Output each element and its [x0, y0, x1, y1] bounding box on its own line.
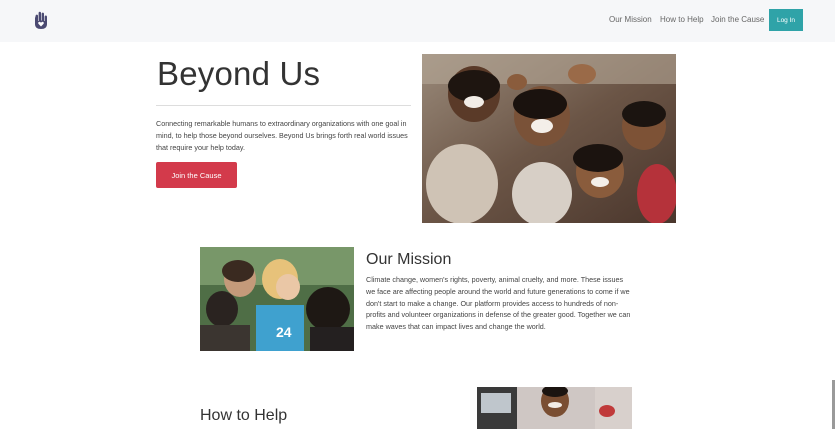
title-divider [156, 105, 411, 106]
hero-description: Connecting remarkable humans to extraord… [156, 119, 408, 152]
help-photo-volunteer [477, 387, 632, 429]
mission-description: Climate change, women's rights, poverty,… [366, 275, 631, 332]
svg-text:24: 24 [276, 324, 292, 340]
hero-photo-children [422, 54, 676, 223]
how-to-help-heading: How to Help [200, 407, 288, 424]
top-navbar: Our Mission How to Help Join the Cause L… [0, 0, 835, 42]
hand-heart-icon[interactable] [30, 10, 52, 32]
nav-our-mission[interactable]: Our Mission [609, 15, 652, 24]
join-the-cause-button[interactable]: Join the Cause [156, 162, 237, 188]
login-button[interactable]: Log In [769, 9, 803, 31]
nav-join-the-cause[interactable]: Join the Cause [711, 15, 764, 24]
mission-heading: Our Mission [366, 251, 452, 268]
mission-photo-group: 24 [200, 247, 354, 351]
page-title: Beyond Us [157, 55, 321, 92]
nav-how-to-help[interactable]: How to Help [660, 15, 704, 24]
